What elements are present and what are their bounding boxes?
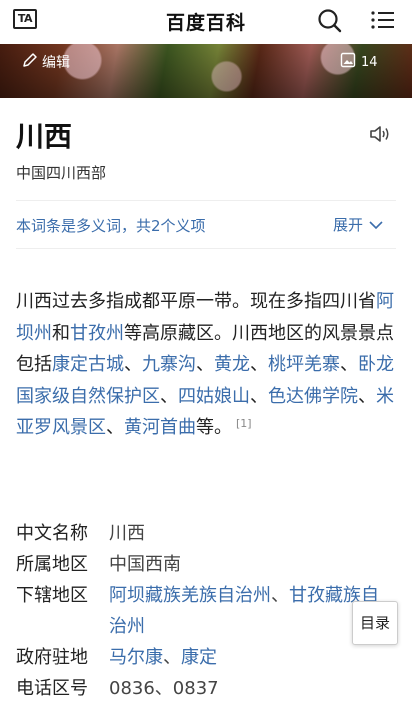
info-row: 中文名称 川西: [16, 518, 396, 549]
search-icon[interactable]: [317, 8, 343, 34]
polysemy-link[interactable]: 本词条是多义词，共2个义项: [16, 215, 206, 236]
link-kangding-old-town[interactable]: 康定古城: [52, 354, 124, 375]
link-aba-prefecture[interactable]: 阿坝藏族羌族自治州: [109, 585, 271, 606]
separator: 、: [250, 354, 268, 375]
link-siguniang[interactable]: 四姑娘山: [178, 386, 250, 407]
link-huanglong[interactable]: 黄龙: [214, 354, 250, 375]
info-value: 0836、0837: [109, 678, 219, 699]
info-label: 中文名称: [16, 523, 88, 544]
info-row: 下辖地区 阿坝藏族羌族自治州、甘孜藏族自治州: [16, 580, 396, 642]
info-value: 中国西南: [109, 554, 181, 575]
entry-subtitle: 中国四川西部: [16, 164, 107, 182]
separator: 、: [358, 385, 376, 407]
summary-paragraph: 川西过去多指成都平原一带。现在多指四川省阿坝州和甘孜州等高原藏区。川西地区的风景…: [16, 286, 396, 444]
info-row: 政府驻地 马尔康、康定: [16, 642, 396, 673]
toc-button[interactable]: 目录: [352, 601, 398, 645]
link-ganzi[interactable]: 甘孜州: [70, 323, 124, 344]
info-value: 川西: [109, 523, 145, 544]
baike-logo: 百度百科: [165, 12, 246, 34]
info-label: 电话区号: [16, 678, 88, 699]
link-huanghe-shouqu[interactable]: 黄河首曲: [124, 417, 196, 438]
pencil-icon: [22, 52, 38, 72]
gallery-button[interactable]: 14: [340, 52, 378, 72]
info-row: 所属地区 中国西南: [16, 549, 396, 580]
info-label: 政府驻地: [16, 647, 88, 668]
chevron-down-icon: [369, 216, 383, 234]
entry-title: 川西: [16, 120, 73, 153]
image-gallery-icon: [340, 52, 356, 72]
summary-text: 和: [52, 322, 70, 344]
divider: [16, 248, 396, 249]
separator: 、: [124, 354, 142, 375]
divider: [16, 200, 396, 201]
info-row: 电话区号 0836、0837: [16, 673, 396, 704]
separator: 、: [163, 647, 181, 668]
menu-list-icon[interactable]: [370, 9, 396, 31]
link-jiuzhaigou[interactable]: 九寨沟: [142, 354, 196, 375]
expand-button[interactable]: 展开: [333, 214, 383, 235]
summary-text: 川西过去多指成都平原一带。现在多指四川省: [16, 291, 376, 312]
reference-marker[interactable]: [1]: [236, 417, 252, 430]
info-value: 马尔康、康定: [109, 642, 396, 673]
basic-info-table: 中文名称 川西 所属地区 中国西南 下辖地区 阿坝藏族羌族自治州、甘孜藏族自治州…: [16, 518, 396, 704]
link-taoping[interactable]: 桃坪羌寨: [268, 354, 340, 375]
top-bar: TA 百度百科: [0, 0, 412, 45]
separator: 、: [160, 385, 178, 407]
speaker-icon[interactable]: [368, 123, 392, 145]
separator: 、: [250, 385, 268, 407]
separator: 、: [106, 417, 124, 438]
edit-button[interactable]: 编辑: [22, 52, 70, 72]
link-seda[interactable]: 色达佛学院: [268, 386, 358, 407]
font-size-button[interactable]: TA: [13, 9, 37, 29]
expand-label: 展开: [333, 216, 364, 234]
link-barkam[interactable]: 马尔康: [109, 647, 163, 668]
edit-label: 编辑: [42, 55, 70, 71]
info-label: 所属地区: [16, 554, 88, 575]
separator: 、: [196, 354, 214, 375]
link-kangding[interactable]: 康定: [181, 647, 217, 668]
separator: 、: [271, 585, 289, 606]
image-count: 14: [361, 54, 378, 70]
summary-text: 等。: [196, 417, 232, 438]
info-label: 下辖地区: [16, 585, 88, 606]
separator: 、: [340, 354, 358, 375]
